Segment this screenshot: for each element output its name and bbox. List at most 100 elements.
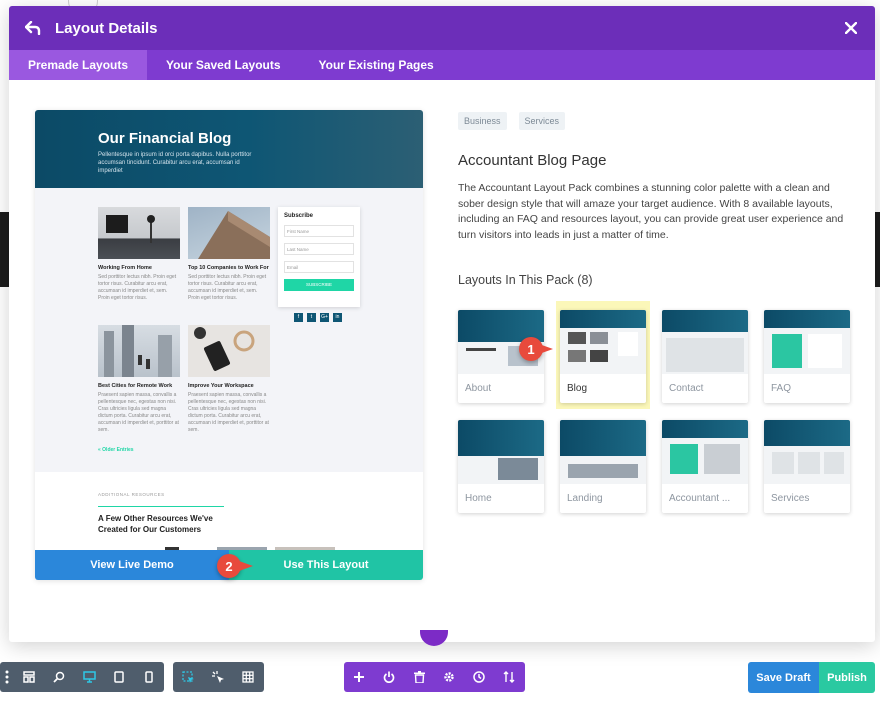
sort-icon[interactable] xyxy=(494,662,524,692)
layout-details-panel: Business Services Accountant Blog Page T… xyxy=(458,112,853,513)
layout-thumb-blog[interactable]: Blog xyxy=(560,310,646,403)
back-arrow-icon[interactable] xyxy=(23,18,43,38)
resources-divider xyxy=(98,506,224,507)
post-image xyxy=(188,207,270,259)
thumb-block xyxy=(590,332,608,344)
post-image xyxy=(188,325,270,377)
close-icon[interactable] xyxy=(841,18,861,38)
modal-tabs: Premade Layouts Your Saved Layouts Your … xyxy=(9,50,875,80)
thumb-header xyxy=(458,420,544,456)
google-plus-icon: G+ xyxy=(320,313,329,322)
thumb-block xyxy=(808,334,842,368)
thumb-label: About xyxy=(465,383,492,394)
background-purple-handle xyxy=(420,630,448,646)
layout-thumb-faq[interactable]: FAQ xyxy=(764,310,850,403)
layout-thumb-accountant[interactable]: Accountant ... xyxy=(662,420,748,513)
thumb-block xyxy=(772,452,794,474)
resources-title: A Few Other Resources We've Created for … xyxy=(98,514,213,534)
annotation-marker-2: 2 xyxy=(217,554,253,578)
hover-mode-icon[interactable] xyxy=(203,662,233,692)
subscribe-field: First Name xyxy=(284,225,354,237)
thumb-label: Contact xyxy=(669,383,704,394)
use-this-layout-button[interactable]: Use This Layout xyxy=(229,550,423,580)
post-excerpt: Praesent sapien massa, convallis a pelle… xyxy=(188,392,269,433)
linkedin-icon: in xyxy=(333,313,342,322)
more-vertical-icon[interactable] xyxy=(0,662,14,692)
preview-post-card: Top 10 Companies to Work For Sed porttit… xyxy=(188,207,270,302)
power-icon[interactable] xyxy=(374,662,404,692)
add-icon[interactable] xyxy=(344,662,374,692)
thumb-block xyxy=(798,452,820,474)
subscribe-field: Email xyxy=(284,261,354,273)
thumb-preview xyxy=(560,310,646,374)
preview-hero-text: Pellentesque in ipsum id orci porta dapi… xyxy=(98,152,252,174)
category-tags: Business Services xyxy=(458,112,853,130)
post-title: Improve Your Workspace xyxy=(188,383,254,389)
view-mode-toolbar xyxy=(0,662,164,692)
phone-icon[interactable] xyxy=(134,662,164,692)
thumb-block xyxy=(772,334,802,368)
thumb-label: Landing xyxy=(567,493,603,504)
publish-button[interactable]: Publish xyxy=(819,662,875,693)
thumb-block xyxy=(568,350,586,362)
preview-hero: Our Financial Blog Pellentesque in ipsum… xyxy=(35,110,423,188)
thumb-label: FAQ xyxy=(771,383,792,394)
tag-business[interactable]: Business xyxy=(458,112,507,130)
page-actions-toolbar xyxy=(344,662,525,692)
history-icon[interactable] xyxy=(464,662,494,692)
layout-details-modal: Layout Details Premade Layouts Your Save… xyxy=(9,6,875,642)
layout-preview[interactable]: Our Financial Blog Pellentesque in ipsum… xyxy=(35,110,423,580)
preview-subscribe-form: Subscribe First Name Last Name Email SUB… xyxy=(278,207,360,307)
thumb-preview xyxy=(662,420,748,484)
thumb-header xyxy=(662,310,748,332)
post-title: Working From Home xyxy=(98,265,152,271)
save-draft-button[interactable]: Save Draft xyxy=(748,662,819,693)
layout-thumb-services[interactable]: Services xyxy=(764,420,850,513)
thumb-header xyxy=(764,420,850,446)
layout-title: Accountant Blog Page xyxy=(458,152,607,169)
interaction-mode-toolbar xyxy=(173,662,264,692)
subscribe-title: Subscribe xyxy=(284,213,314,219)
trash-icon[interactable] xyxy=(404,662,434,692)
tab-your-existing-pages[interactable]: Your Existing Pages xyxy=(300,50,453,80)
desktop-icon[interactable] xyxy=(74,662,104,692)
tab-premade-layouts[interactable]: Premade Layouts xyxy=(9,50,148,80)
thumb-block xyxy=(824,452,844,474)
thumb-preview xyxy=(560,420,646,484)
post-excerpt: Praesent sapien massa, convallis a pelle… xyxy=(98,392,179,433)
layout-thumb-landing[interactable]: Landing xyxy=(560,420,646,513)
preview-post-card: Working From Home Sed porttitor lectus n… xyxy=(98,207,180,302)
thumb-header xyxy=(662,420,748,438)
post-image xyxy=(98,207,180,259)
post-title: Best Cities for Remote Work xyxy=(98,383,173,389)
thumb-header xyxy=(560,420,646,456)
post-image xyxy=(98,325,180,377)
subscribe-field: Last Name xyxy=(284,243,354,255)
tab-your-saved-layouts[interactable]: Your Saved Layouts xyxy=(147,50,299,80)
subscribe-button: SUBSCRIBE xyxy=(284,279,354,291)
resources-label: ADDITIONAL RESOURCES xyxy=(98,492,165,497)
thumb-label: Services xyxy=(771,493,810,504)
older-entries-link: « Older Entries xyxy=(98,447,134,453)
thumb-label: Accountant ... xyxy=(669,493,731,504)
layout-thumb-home[interactable]: Home xyxy=(458,420,544,513)
view-live-demo-button[interactable]: View Live Demo xyxy=(35,550,229,580)
click-mode-icon[interactable] xyxy=(173,662,203,692)
settings-icon[interactable] xyxy=(434,662,464,692)
layout-description: The Accountant Layout Pack combines a st… xyxy=(458,182,844,241)
facebook-icon: f xyxy=(294,313,303,322)
twitter-icon: t xyxy=(307,313,316,322)
wireframe-icon[interactable] xyxy=(14,662,44,692)
preview-hero-title: Our Financial Blog xyxy=(98,130,232,147)
tablet-icon[interactable] xyxy=(104,662,134,692)
thumb-line xyxy=(466,348,496,351)
layout-thumb-contact[interactable]: Contact xyxy=(662,310,748,403)
thumb-label: Home xyxy=(465,493,492,504)
pack-title: Layouts In This Pack (8) xyxy=(458,273,593,287)
thumb-block xyxy=(704,444,740,474)
zoom-icon[interactable] xyxy=(44,662,74,692)
modal-header: Layout Details xyxy=(9,6,875,50)
thumb-block xyxy=(590,350,608,362)
tag-services[interactable]: Services xyxy=(518,112,566,130)
grid-icon[interactable] xyxy=(233,662,263,692)
